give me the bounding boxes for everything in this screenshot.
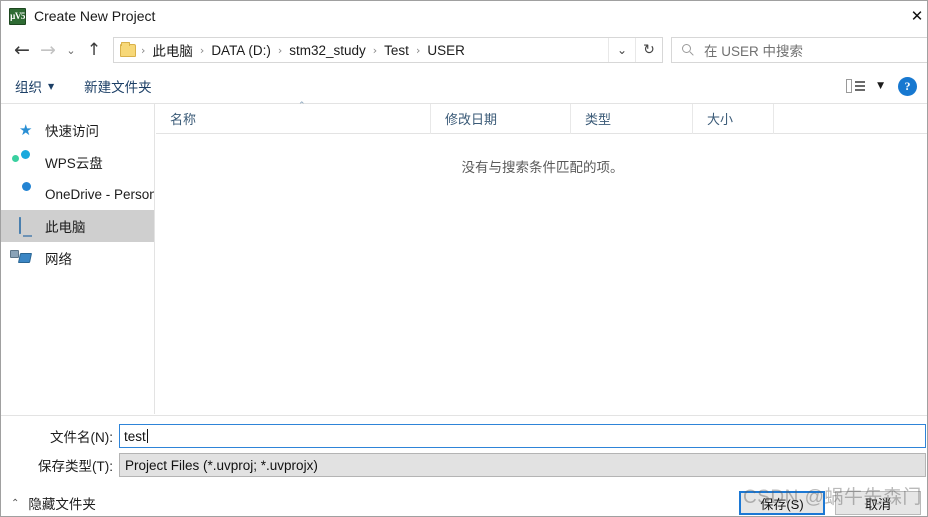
back-icon[interactable]: ←: [9, 36, 35, 64]
sidebar-item-this-pc[interactable]: 此电脑: [1, 210, 154, 242]
breadcrumb-separator: ›: [415, 43, 421, 57]
breadcrumb-item-0[interactable]: 此电脑: [150, 40, 195, 60]
chevron-down-icon[interactable]: ⌄: [608, 38, 635, 62]
breadcrumb-item-2[interactable]: stm32_study: [287, 43, 368, 58]
filename-label: 文件名(N):: [50, 430, 113, 445]
view-layout-icon[interactable]: [846, 78, 866, 94]
breadcrumb: › 此电脑 › DATA (D:) › stm32_study › Test ›…: [136, 40, 467, 60]
refresh-icon[interactable]: ↻: [635, 38, 662, 62]
breadcrumb-separator: ›: [277, 43, 283, 57]
text-cursor: [146, 429, 148, 443]
breadcrumb-item-3[interactable]: Test: [382, 43, 411, 58]
command-toolbar: 组织 ▼ 新建文件夹 ▼ ?: [1, 69, 927, 104]
toolbar-right-group: ▼ ?: [846, 76, 927, 96]
hide-folders-toggle[interactable]: ⌃ 隐藏文件夹: [11, 493, 96, 513]
wps-cloud-icon: [19, 154, 36, 170]
filetype-row: 保存类型(T): Project Files (*.uvproj; *.uvpr…: [1, 453, 926, 477]
sidebar-item-onedrive[interactable]: OneDrive - Persona: [1, 178, 154, 210]
breadcrumb-item-1[interactable]: DATA (D:): [209, 43, 273, 58]
navigation-pane: ★ 快速访问 WPS云盘 OneDrive - Persona 此电脑 网络: [1, 104, 155, 414]
forward-icon: →: [40, 39, 56, 61]
hide-folders-label: 隐藏文件夹: [28, 497, 96, 512]
breadcrumb-separator: ›: [199, 43, 205, 57]
organize-button[interactable]: 组织 ▼: [9, 76, 60, 96]
empty-state-message: 没有与搜索条件匹配的项。: [461, 160, 624, 175]
search-icon: [682, 43, 695, 57]
organize-label: 组织: [15, 80, 42, 95]
up-one-level-icon[interactable]: ↑: [81, 36, 107, 64]
breadcrumb-separator: ›: [141, 43, 146, 57]
column-header-date[interactable]: 修改日期: [431, 103, 571, 134]
save-file-dialog: µV5 Create New Project ✕ ← → ⌄ ↑ › 此电脑 ›…: [0, 0, 928, 517]
chevron-up-icon: ⌃: [11, 497, 20, 509]
sidebar-item-wps-cloud[interactable]: WPS云盘: [1, 146, 154, 178]
column-header-date-label: 修改日期: [445, 112, 498, 127]
recent-locations-icon[interactable]: ⌄: [61, 36, 81, 64]
help-icon[interactable]: ?: [898, 76, 917, 96]
sidebar-item-label: 快速访问: [45, 124, 99, 139]
new-folder-label: 新建文件夹: [84, 80, 152, 95]
breadcrumb-separator: ›: [372, 43, 378, 57]
onedrive-cloud-icon: [19, 186, 36, 202]
file-list-pane: 名称 ⌃ 修改日期 类型 大小 没有与搜索条件匹配的项。: [156, 100, 927, 414]
address-bar[interactable]: › 此电脑 › DATA (D:) › stm32_study › Test ›…: [113, 37, 663, 63]
column-header-type-label: 类型: [585, 112, 612, 127]
column-header-name[interactable]: 名称 ⌃: [156, 100, 431, 134]
folder-icon: [120, 41, 136, 57]
sidebar-item-quick-access[interactable]: ★ 快速访问: [1, 114, 154, 146]
sidebar-item-label: 此电脑: [45, 220, 86, 235]
chevron-down-icon: ▼: [48, 81, 55, 91]
search-placeholder: 在 USER 中搜索: [704, 44, 804, 59]
save-button[interactable]: 保存(S): [739, 491, 825, 515]
search-input[interactable]: 在 USER 中搜索: [671, 37, 927, 63]
star-icon: ★: [19, 121, 33, 139]
breadcrumb-item-4[interactable]: USER: [425, 43, 467, 58]
filetype-value: Project Files (*.uvproj; *.uvprojx): [125, 457, 318, 473]
sidebar-item-label: 网络: [45, 252, 72, 267]
network-icon: [19, 250, 36, 266]
new-folder-button[interactable]: 新建文件夹: [78, 76, 158, 96]
cancel-button[interactable]: 取消: [835, 491, 921, 515]
column-header-row: 名称 ⌃ 修改日期 类型 大小: [156, 100, 927, 134]
sort-ascending-icon: ⌃: [298, 100, 306, 111]
file-fields-area: 文件名(N): test 保存类型(T): Project Files (*.u…: [1, 415, 927, 488]
uvision-icon: µV5: [9, 7, 26, 25]
chevron-down-icon[interactable]: ▼: [877, 81, 884, 91]
column-header-size-label: 大小: [707, 112, 734, 127]
sidebar-item-label: OneDrive - Persona: [45, 186, 154, 202]
navigation-bar: ← → ⌄ ↑ › 此电脑 › DATA (D:) › stm32_study …: [1, 31, 927, 69]
address-bar-controls: ⌄ ↻: [608, 38, 662, 62]
column-header-filler: [774, 104, 927, 134]
window-title: Create New Project: [34, 8, 156, 24]
close-icon[interactable]: ✕: [902, 5, 927, 27]
column-header-size[interactable]: 大小: [693, 103, 774, 134]
sidebar-item-label: WPS云盘: [45, 156, 103, 171]
column-header-type[interactable]: 类型: [571, 103, 693, 134]
column-header-name-label: 名称: [170, 112, 197, 127]
filetype-label: 保存类型(T):: [38, 459, 113, 474]
this-pc-icon: [19, 217, 36, 234]
dialog-footer: ⌃ 隐藏文件夹 保存(S) 取消: [1, 488, 927, 516]
title-bar: µV5 Create New Project ✕: [1, 1, 927, 31]
filename-row: 文件名(N): test: [1, 424, 926, 448]
sidebar-item-network[interactable]: 网络: [1, 242, 154, 274]
filename-value: test: [124, 428, 146, 444]
uvision-icon-glyph: µV5: [10, 10, 25, 21]
filetype-select[interactable]: Project Files (*.uvproj; *.uvprojx): [119, 453, 926, 477]
filename-input[interactable]: test: [119, 424, 926, 448]
